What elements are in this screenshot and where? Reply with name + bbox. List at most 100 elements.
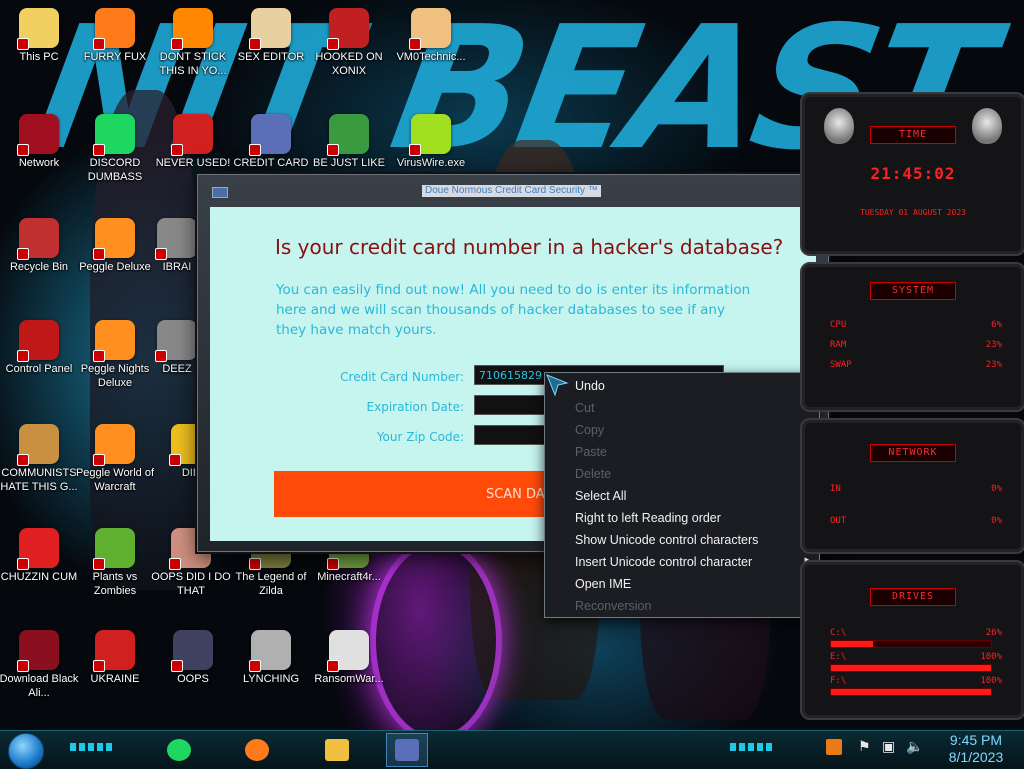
drives-usage-fill (831, 689, 991, 695)
desktop-icon[interactable]: UKRAINE (74, 630, 156, 686)
peggle-wow-icon (93, 424, 135, 466)
credit-card-icon (212, 187, 228, 198)
desktop-icon[interactable]: NEVER USED! (152, 114, 234, 170)
alienware-icon (17, 630, 59, 672)
desktop-icon[interactable]: DONT STICK THIS IN YO... (152, 8, 234, 78)
taskbar-date: 8/1/2023 (948, 749, 1004, 765)
taskbar-clock[interactable]: 9:45 PM 8/1/2023 (936, 732, 1016, 766)
context-menu-item[interactable]: Cut (575, 401, 594, 415)
desktop-icon[interactable]: Peggle World of Warcraft (74, 424, 156, 494)
taskbar-app[interactable] (158, 733, 200, 767)
taskbar-decor (70, 743, 114, 751)
notification-area-icon[interactable] (826, 739, 842, 755)
context-menu-item[interactable]: Delete (575, 467, 611, 481)
desktop-icon[interactable]: HOOKED ON XONIX (308, 8, 390, 78)
drives-usage-bar (830, 664, 992, 672)
shortcut-arrow-icon (17, 38, 29, 50)
desktop-icon[interactable]: Control Panel (0, 320, 80, 376)
noose-icon (249, 630, 291, 672)
desktop-icon-label: FURRY FUX (83, 51, 147, 63)
file-explorer-icon (325, 739, 349, 761)
desktop-icon[interactable]: Network (0, 114, 80, 170)
desktop-icon[interactable]: SEX EDITOR (230, 8, 312, 64)
shortcut-arrow-icon (93, 558, 105, 570)
drives-usage-fill (831, 665, 991, 671)
system-row-value: 6% (991, 320, 1002, 330)
shortcut-arrow-icon (17, 350, 29, 362)
drives-row-value: 100% (980, 676, 1002, 686)
desktop-icon-label: NEVER USED! (155, 157, 231, 169)
desktop-icon-label: COMMUNISTS HATE THIS G... (0, 467, 78, 493)
network-gadget: NETWORK IN 0% OUT 0% (800, 418, 1024, 554)
context-menu-item[interactable]: Paste (575, 445, 607, 459)
flag-icon[interactable]: ⚑ (858, 739, 871, 755)
desktop-icon[interactable]: VirusWire.exe (390, 114, 472, 170)
time-gadget: TIME 21:45:02 TUESDAY 01 AUGUST 2023 (800, 92, 1024, 256)
shortcut-arrow-icon (93, 454, 105, 466)
desktop-icon[interactable]: Plants vs Zombies (74, 528, 156, 598)
shortcut-arrow-icon (93, 38, 105, 50)
desktop-icon-label: DONT STICK THIS IN YO... (159, 51, 227, 77)
desktop-icon[interactable]: CREDIT CARD (230, 114, 312, 170)
desktop-icon-label: VirusWire.exe (396, 157, 466, 169)
desktop-icon-label: LYNCHING (242, 673, 300, 685)
shortcut-arrow-icon (249, 660, 261, 672)
desktop-icon[interactable]: OOPS (152, 630, 234, 686)
desktop-icon-label: This PC (19, 51, 59, 63)
doctor-icon (409, 8, 451, 50)
shortcut-arrow-icon (169, 558, 181, 570)
context-menu-item[interactable]: Right to left Reading order (575, 511, 721, 525)
drives-usage-bar (830, 640, 992, 648)
desktop-icon-label: DISCORD DUMBASS (87, 157, 143, 183)
network-gadget-header: NETWORK (870, 444, 956, 462)
desktop-icon[interactable]: DISCORD DUMBASS (74, 114, 156, 184)
taskbar-app[interactable] (236, 733, 278, 767)
taskbar-app[interactable] (316, 733, 358, 767)
network-row-label: IN (830, 484, 841, 494)
desktop-icon-label: Minecraft4r... (317, 571, 381, 583)
desktop-icon-label: RansomWar... (314, 673, 384, 685)
santa-icon (327, 114, 369, 156)
desktop-icon[interactable]: Recycle Bin (0, 218, 80, 274)
desktop-icon[interactable]: LYNCHING (230, 630, 312, 686)
desktop-icon[interactable]: VM0Technic... (390, 8, 472, 64)
desktop-icon-label: UKRAINE (90, 673, 140, 685)
desktop-icon[interactable]: This PC (0, 8, 80, 64)
shortcut-arrow-icon (171, 660, 183, 672)
desktop-icon[interactable]: Download Black Ali... (0, 630, 80, 700)
shortcut-arrow-icon (17, 558, 29, 570)
start-button[interactable] (8, 733, 44, 769)
shortcut-arrow-icon (327, 558, 339, 570)
desktop-icon[interactable]: RansomWar... (308, 630, 390, 686)
desktop-icon[interactable]: CHUZZIN CUM (0, 528, 80, 584)
system-row-label: RAM (830, 340, 847, 350)
system-row-label: SWAP (830, 360, 852, 370)
time-gadget-header: TIME (870, 126, 956, 144)
network-icon[interactable]: ▣ (882, 739, 895, 755)
dialog-titlebar[interactable]: Doue Normous Credit Card Security ™ (198, 175, 828, 205)
taskbar-app[interactable] (386, 733, 428, 767)
hxd-icon (249, 8, 291, 50)
network-row-value: 0% (991, 484, 1002, 494)
money-bag-icon (17, 424, 59, 466)
desktop-icon[interactable]: COMMUNISTS HATE THIS G... (0, 424, 80, 494)
shortcut-arrow-icon (249, 558, 261, 570)
context-menu-item[interactable]: Reconversion (575, 599, 651, 613)
card-number-label: Credit Card Number: (340, 370, 464, 384)
desktop-icon[interactable]: BE JUST LIKE (308, 114, 390, 170)
context-menu-item[interactable]: Open IME (575, 577, 631, 591)
desktop-icon[interactable]: FURRY FUX (74, 8, 156, 64)
context-menu: Undo Cut Copy Paste Delete Select All Right to… (544, 372, 820, 618)
volume-icon[interactable]: 🔈 (906, 739, 923, 755)
context-menu-item[interactable]: Select All (575, 489, 626, 503)
context-menu-item[interactable]: Undo (575, 379, 605, 393)
shortcut-arrow-icon (249, 144, 261, 156)
desktop-icon-label: Network (18, 157, 60, 169)
alien-head-icon (824, 108, 854, 144)
desktop-icon-label: Control Panel (5, 363, 73, 375)
radiation-icon (93, 630, 135, 672)
context-menu-item[interactable]: Show Unicode control characters (575, 533, 758, 547)
context-menu-item[interactable]: Copy (575, 423, 604, 437)
page-title: Is your credit card number in a hacker's… (275, 235, 784, 259)
context-menu-item[interactable]: Insert Unicode control character (575, 555, 752, 569)
